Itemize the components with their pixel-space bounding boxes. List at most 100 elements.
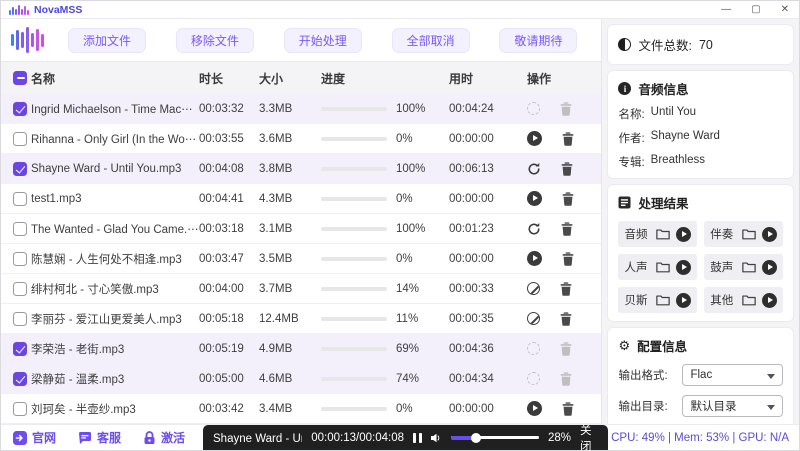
table-row[interactable]: test1.mp300:04:414.3MB0%00:00:00 [1, 184, 601, 214]
lock-icon [143, 431, 156, 445]
cancel-button[interactable] [527, 282, 540, 295]
table-row[interactable]: The Wanted - Glad You Came.⋯00:03:183.1M… [1, 214, 601, 244]
play-icon[interactable] [676, 227, 691, 242]
delete-button[interactable] [562, 252, 574, 266]
play-icon[interactable] [762, 260, 777, 275]
progress-label: 14% [396, 283, 419, 295]
folder-icon[interactable] [742, 294, 756, 306]
official-site-link[interactable]: 官网 [13, 429, 56, 446]
delete-button[interactable] [560, 312, 572, 326]
progress-bar [321, 257, 387, 261]
toolbar: 添加文件 移除文件 开始处理 全部取消 敬请期待 [1, 19, 601, 61]
play-button[interactable] [527, 191, 542, 206]
delete-button[interactable] [562, 132, 574, 146]
folder-icon[interactable] [656, 261, 670, 273]
delete-button[interactable] [560, 282, 572, 296]
remove-files-button[interactable]: 移除文件 [176, 28, 254, 53]
col-duration: 时长 [199, 70, 259, 87]
row-checkbox[interactable] [13, 342, 27, 356]
folder-icon[interactable] [742, 228, 756, 240]
table-row[interactable]: 刘珂矣 - 半壶纱.mp300:03:423.4MB0%00:00:00 [1, 394, 601, 424]
play-button[interactable] [527, 251, 542, 266]
row-checkbox[interactable] [13, 132, 27, 146]
volume-slider[interactable] [451, 432, 539, 444]
table-row[interactable]: Rihanna - Only Girl (In the Wo⋯00:03:553… [1, 124, 601, 154]
progress-bar [321, 377, 387, 381]
delete-button[interactable] [562, 402, 574, 416]
row-checkbox[interactable] [13, 192, 27, 206]
file-count-value: 70 [699, 38, 713, 52]
result-item: 鼓声 [704, 254, 783, 280]
activate-link[interactable]: 激活 [143, 429, 185, 446]
play-button[interactable] [527, 131, 542, 146]
col-size: 大小 [259, 70, 321, 87]
coming-soon-button[interactable]: 敬请期待 [499, 28, 577, 53]
config-title: 配置信息 [637, 336, 687, 355]
table-row[interactable]: 李荣浩 - 老街.mp300:05:194.9MB69%00:04:36 [1, 334, 601, 364]
folder-icon[interactable] [656, 294, 670, 306]
footer-link-label: 客服 [97, 429, 121, 446]
player-close-button[interactable]: 关闭 [580, 422, 598, 451]
row-checkbox[interactable] [13, 162, 27, 176]
play-icon[interactable] [676, 260, 691, 275]
output-dir-select[interactable]: 默认目录 [682, 395, 783, 417]
result-label: 其他 [710, 292, 736, 308]
row-checkbox[interactable] [13, 252, 27, 266]
pause-button[interactable] [413, 433, 422, 443]
output-format-select[interactable]: Flac [682, 364, 783, 386]
side-panel: 文件总数: 70 i 音频信息 名称:Until You 作者:Shayne W… [601, 19, 799, 424]
refresh-button[interactable] [527, 222, 541, 236]
cancel-button[interactable] [527, 312, 540, 325]
play-icon[interactable] [676, 293, 691, 308]
refresh-button[interactable] [527, 162, 541, 176]
close-button[interactable]: ✕ [781, 5, 789, 15]
file-size: 4.6MB [259, 373, 321, 385]
table-row[interactable]: Shayne Ward - Until You.mp300:04:083.8MB… [1, 154, 601, 184]
progress-bar [321, 287, 387, 291]
delete-button[interactable] [561, 162, 573, 176]
table-row[interactable]: 陈慧娴 - 人生何处不相逢.mp300:03:473.5MB0%00:00:00 [1, 244, 601, 274]
table-row[interactable]: Ingrid Michaelson - Time Mac⋯00:03:323.3… [1, 94, 601, 124]
start-process-button[interactable]: 开始处理 [284, 28, 362, 53]
elapsed-time: 00:00:00 [449, 193, 521, 205]
cancel-all-button[interactable]: 全部取消 [392, 28, 470, 53]
progress-bar [321, 107, 387, 111]
table-row[interactable]: 李丽芬 - 爱江山更爱美人.mp300:05:1812.4MB11%00:00:… [1, 304, 601, 334]
play-button[interactable] [527, 401, 542, 416]
folder-icon[interactable] [656, 228, 670, 240]
progress-label: 0% [396, 253, 413, 265]
elapsed-time: 00:00:35 [449, 313, 521, 325]
delete-button[interactable] [561, 222, 573, 236]
row-checkbox[interactable] [13, 402, 27, 416]
maximize-button[interactable]: ▢ [751, 5, 760, 15]
player-time: 00:00:13/00:04:08 [311, 432, 404, 444]
play-icon[interactable] [762, 293, 777, 308]
footer-link-label: 激活 [161, 429, 185, 446]
file-size: 12.4MB [259, 313, 321, 325]
row-checkbox[interactable] [13, 222, 27, 236]
table-body: Ingrid Michaelson - Time Mac⋯00:03:323.3… [1, 94, 601, 424]
folder-icon[interactable] [742, 261, 756, 273]
support-link[interactable]: 客服 [78, 429, 121, 446]
file-size: 3.7MB [259, 283, 321, 295]
delete-button[interactable] [562, 192, 574, 206]
table-row[interactable]: 绯村柯北 - 寸心笑傲.mp300:04:003.7MB14%00:00:33 [1, 274, 601, 304]
select-all-checkbox[interactable] [13, 71, 27, 85]
file-name: 刘珂矣 - 半壶纱.mp3 [31, 401, 199, 417]
progress-bar [321, 227, 387, 231]
system-stats: CPU: 49% | Mem: 53% | GPU: N/A [608, 425, 799, 450]
album-value: Breathless [651, 154, 705, 170]
add-files-button[interactable]: 添加文件 [68, 28, 146, 53]
play-icon[interactable] [762, 227, 777, 242]
volume-icon[interactable] [431, 432, 442, 444]
row-checkbox[interactable] [13, 312, 27, 326]
row-checkbox[interactable] [13, 102, 27, 116]
file-duration: 00:03:18 [199, 223, 259, 235]
row-checkbox[interactable] [13, 372, 27, 386]
result-item: 人声 [618, 254, 697, 280]
loading-spinner-icon [527, 102, 540, 115]
table-row[interactable]: 梁静茹 - 温柔.mp300:05:004.6MB74%00:04:34 [1, 364, 601, 394]
minimize-button[interactable]: — [721, 5, 731, 15]
result-item: 伴奏 [704, 221, 783, 247]
row-checkbox[interactable] [13, 282, 27, 296]
